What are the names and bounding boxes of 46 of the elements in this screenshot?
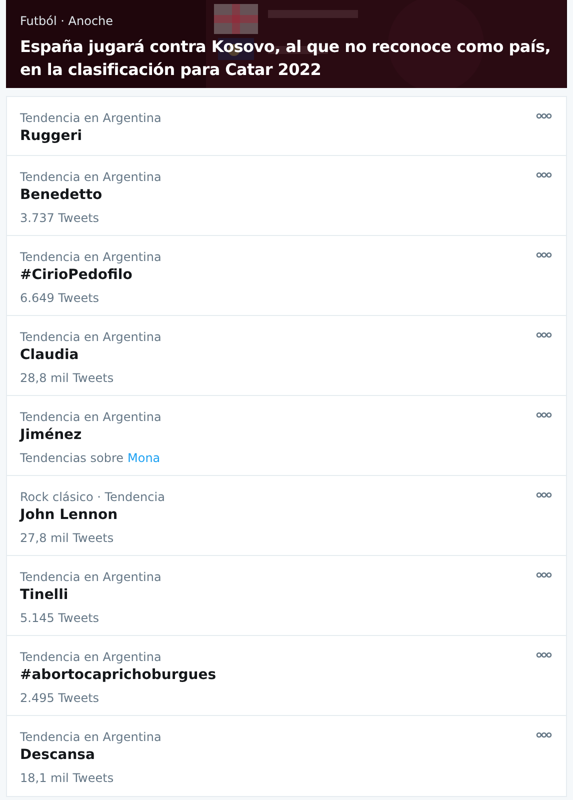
more-icon[interactable] (536, 572, 552, 578)
more-icon[interactable] (536, 732, 552, 738)
trend-name: #CirioPedofilo (20, 266, 132, 285)
trend-context: Tendencia en Argentina (20, 110, 162, 126)
trend-name: #abortocaprichoburgues (20, 666, 216, 685)
more-icon[interactable] (536, 652, 552, 658)
tweet-count: 28,8 mil Tweets (20, 370, 114, 386)
related-label: Tendencias sobre (20, 450, 124, 466)
more-icon[interactable] (536, 492, 552, 498)
tweet-count: 18,1 mil Tweets (20, 770, 114, 786)
trend-context: Tendencia en Argentina (20, 169, 162, 185)
trend-item[interactable]: Tendencia en Argentina #abortocaprichoburgues 2.495 Tweets (7, 636, 566, 716)
trend-item[interactable]: Tendencia en Argentina Jiménez Tendencias sobre Mona (7, 396, 566, 476)
more-icon[interactable] (536, 252, 552, 258)
trend-context: Tendencia en Argentina (20, 729, 162, 745)
trend-name: Tinelli (20, 586, 68, 605)
trend-context: Tendencia en Argentina (20, 649, 162, 665)
trend-item[interactable]: Rock clásico · Tendencia John Lennon 27,8 mil Tweets (7, 476, 566, 556)
news-headline[interactable]: España jugará contra Kosovo, al que no reconoce como país, en la clasificación para Catar 2022 (20, 35, 557, 81)
tweet-count: 2.495 Tweets (20, 690, 100, 706)
trend-name: Benedetto (20, 186, 102, 205)
trend-item[interactable]: Tendencia en Argentina Descansa 18,1 mil Tweets (7, 716, 566, 796)
trend-item[interactable]: Tendencia en Argentina Claudia 28,8 mil Tweets (7, 316, 566, 396)
trend-name: Jiménez (20, 426, 82, 445)
more-icon[interactable] (536, 113, 552, 119)
more-icon[interactable] (536, 332, 552, 338)
more-icon[interactable] (536, 412, 552, 418)
trend-name: John Lennon (20, 506, 118, 525)
tweet-count: 5.145 Tweets (20, 610, 100, 626)
trend-item[interactable]: Tendencia en Argentina Benedetto 3.737 Tweets (7, 156, 566, 236)
trend-name: Ruggeri (20, 127, 82, 146)
trend-item[interactable]: Tendencia en Argentina Tinelli 5.145 Tweets (7, 556, 566, 636)
tweet-count: 6.649 Tweets (20, 290, 100, 306)
trend-item[interactable]: Tendencia en Argentina #CirioPedofilo 6.649 Tweets (7, 236, 566, 316)
tweet-count: 3.737 Tweets (20, 210, 100, 226)
trend-name: Descansa (20, 746, 95, 765)
more-icon[interactable] (536, 172, 552, 178)
trend-context: Tendencia en Argentina (20, 409, 162, 425)
trend-context: Tendencia en Argentina (20, 329, 162, 345)
trend-context: Rock clásico · Tendencia (20, 489, 165, 505)
tweet-count: 27,8 mil Tweets (20, 530, 114, 546)
trend-name: Claudia (20, 346, 79, 365)
trend-context: Tendencia en Argentina (20, 569, 162, 585)
news-category: Futból · Anoche (20, 13, 114, 29)
trend-item[interactable]: Tendencia en Argentina Ruggeri (7, 97, 566, 156)
trend-context: Tendencia en Argentina (20, 249, 162, 265)
